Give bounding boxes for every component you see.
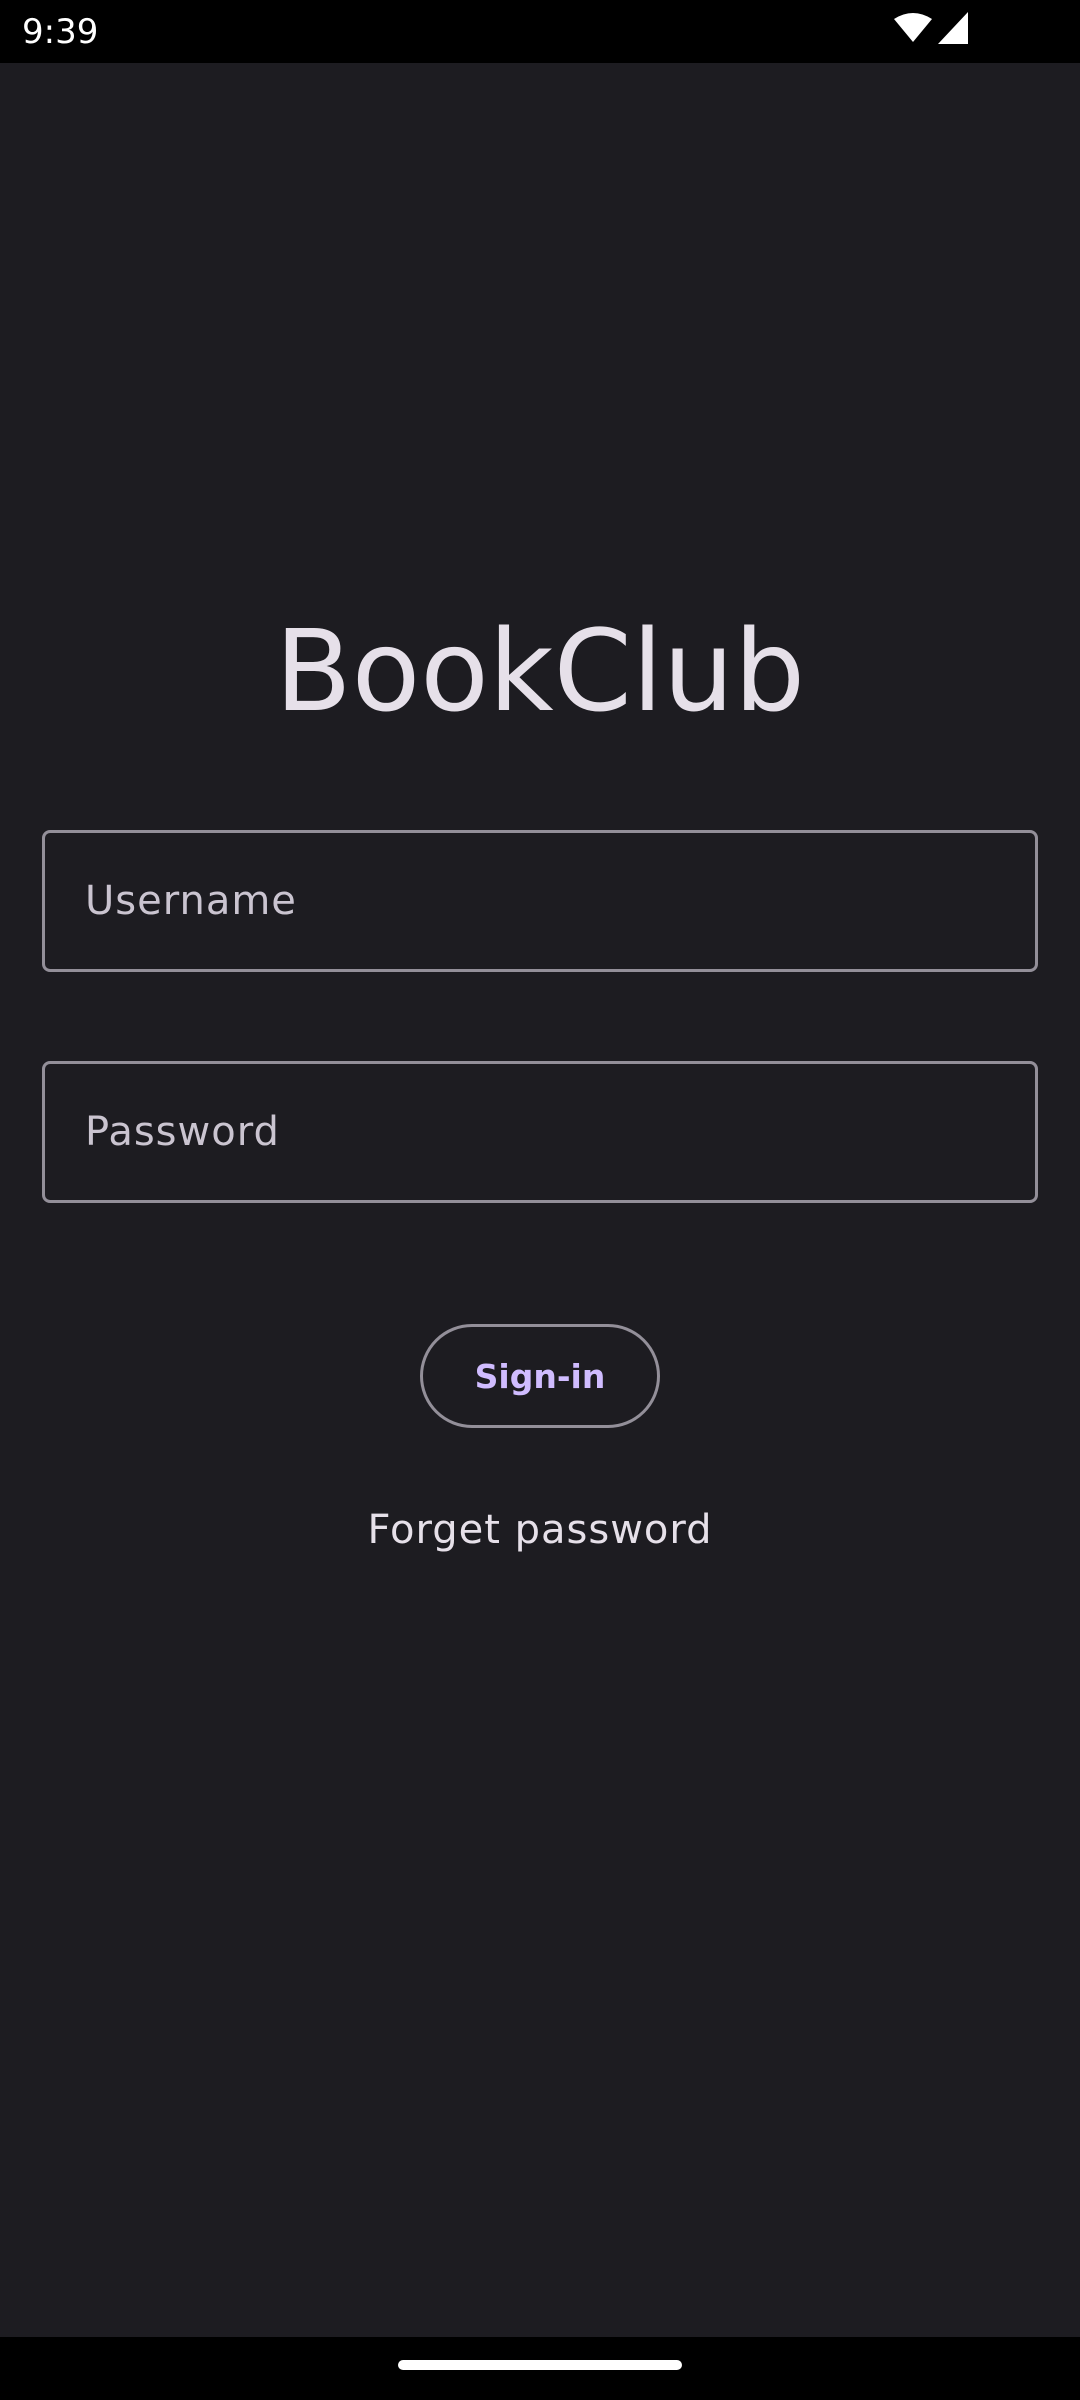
home-indicator[interactable]: [398, 2360, 682, 2370]
password-field[interactable]: [42, 1061, 1038, 1203]
username-input[interactable]: [45, 833, 1035, 969]
cellular-signal-icon: [938, 12, 968, 48]
forget-password-link[interactable]: Forget password: [0, 1502, 1080, 1558]
status-bar: 9:39: [0, 0, 1080, 63]
status-time: 9:39: [22, 12, 99, 52]
navigation-bar: [0, 2337, 1080, 2400]
password-input[interactable]: [45, 1064, 1035, 1200]
username-field[interactable]: [42, 830, 1038, 972]
login-screen: 9:39 BookClub Sign-in Forget password: [0, 0, 1080, 2400]
signin-button[interactable]: Sign-in: [420, 1324, 660, 1428]
status-icons: [894, 12, 968, 48]
app-title: BookClub: [274, 607, 806, 737]
wifi-icon: [894, 13, 932, 47]
